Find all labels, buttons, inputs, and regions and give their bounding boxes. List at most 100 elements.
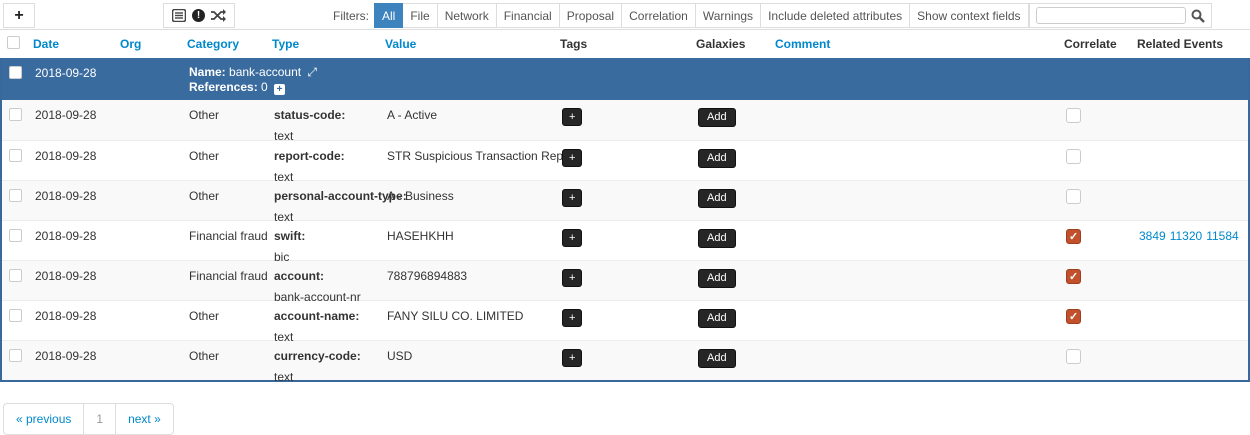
row-checkbox[interactable]	[2, 309, 30, 325]
correlate-checkbox[interactable]	[1066, 189, 1081, 204]
checkbox-icon	[7, 36, 20, 49]
filter-tab-correlation[interactable]: Correlation	[622, 3, 696, 28]
attributes-toolbar: + ! Filters: AllFileNetworkFinancialProp…	[0, 0, 1250, 30]
correlate-cell	[1054, 189, 1134, 207]
correlate-checkbox[interactable]	[1066, 269, 1081, 284]
add-galaxy-button[interactable]: Add	[698, 229, 736, 248]
correlate-checkbox[interactable]	[1066, 349, 1081, 364]
checkbox-icon	[9, 149, 22, 162]
column-header-org[interactable]: Org	[115, 37, 182, 51]
column-header-correlate: Correlate	[1052, 37, 1132, 51]
add-tag-button[interactable]: +	[562, 349, 582, 367]
attribute-category: Other	[184, 349, 269, 363]
attribute-value: A - Business	[382, 189, 557, 203]
attribute-date: 2018-09-28	[30, 229, 117, 243]
add-tag-button[interactable]: +	[562, 269, 582, 287]
add-galaxy-button[interactable]: Add	[698, 309, 736, 328]
related-events: 3849 11320 11584	[1134, 229, 1250, 243]
add-tag-button[interactable]: +	[562, 309, 582, 327]
correlate-checkbox[interactable]	[1066, 108, 1081, 123]
related-event-link[interactable]: 3849	[1139, 229, 1166, 243]
attribute-type: personal-account-type: text	[269, 189, 382, 224]
filter-tab-financial[interactable]: Financial	[497, 3, 560, 28]
related-event-link[interactable]: 11320	[1170, 229, 1202, 243]
correlate-checkbox[interactable]	[1066, 309, 1081, 324]
row-checkbox[interactable]	[2, 108, 30, 124]
filter-tab-show-context-fields[interactable]: Show context fields	[910, 3, 1028, 28]
row-checkbox[interactable]	[2, 65, 30, 82]
attribute-type: status-code: text	[269, 108, 382, 143]
attribute-date: 2018-09-28	[30, 269, 117, 283]
row-checkbox[interactable]	[2, 189, 30, 205]
attribute-type: account: bank-account-nr	[269, 269, 382, 304]
tags-cell: +	[557, 309, 693, 327]
object-date: 2018-09-28	[30, 65, 117, 80]
row-checkbox[interactable]	[2, 269, 30, 285]
filter-tab-network[interactable]: Network	[438, 3, 497, 28]
attribute-type-sub: bic	[274, 250, 382, 264]
row-checkbox[interactable]	[2, 229, 30, 245]
expand-icon[interactable]: ⤢	[307, 65, 317, 79]
add-galaxy-button[interactable]: Add	[698, 149, 736, 168]
attribute-type-name: account:	[274, 269, 382, 283]
search-icon[interactable]	[1191, 9, 1205, 23]
add-tag-button[interactable]: +	[562, 149, 582, 167]
add-galaxy-button[interactable]: Add	[698, 189, 736, 208]
column-header-type[interactable]: Type	[267, 37, 380, 51]
filter-tab-warnings[interactable]: Warnings	[696, 3, 761, 28]
attribute-value: 788796894883	[382, 269, 557, 283]
checkbox-icon	[9, 269, 22, 282]
attribute-type-name: personal-account-type:	[274, 189, 382, 203]
attribute-type-sub: text	[274, 210, 382, 224]
attribute-type-name: currency-code:	[274, 349, 382, 363]
correlate-cell	[1054, 349, 1134, 367]
correlate-checkbox[interactable]	[1066, 149, 1081, 164]
checkbox-icon	[9, 349, 22, 362]
add-tag-button[interactable]: +	[562, 189, 582, 207]
row-checkbox[interactable]	[2, 149, 30, 165]
select-all-checkbox[interactable]	[0, 36, 28, 52]
tags-cell: +	[557, 229, 693, 247]
add-galaxy-button[interactable]: Add	[698, 269, 736, 288]
add-galaxy-button[interactable]: Add	[698, 108, 736, 127]
add-reference-icon[interactable]: +	[274, 84, 285, 95]
column-header-date[interactable]: Date	[28, 37, 115, 51]
galaxies-cell: Add	[693, 349, 772, 368]
related-event-link[interactable]: 11584	[1206, 229, 1238, 243]
add-tag-button[interactable]: +	[562, 229, 582, 247]
pagination-link[interactable]: « previous	[4, 404, 83, 434]
attribute-row: 2018-09-28 Financial fraud swift: bic HA…	[2, 220, 1248, 260]
attribute-type: swift: bic	[269, 229, 382, 264]
attribute-type-name: report-code:	[274, 149, 382, 163]
attribute-type-sub: text	[274, 370, 382, 384]
correlate-cell	[1054, 229, 1134, 247]
galaxies-cell: Add	[693, 309, 772, 328]
filter-tab-proposal[interactable]: Proposal	[560, 3, 622, 28]
column-header-comment[interactable]: Comment	[770, 37, 1052, 51]
search-input[interactable]	[1036, 7, 1186, 24]
add-tag-button[interactable]: +	[562, 108, 582, 126]
filter-tab-all[interactable]: All	[374, 3, 403, 28]
attribute-type: currency-code: text	[269, 349, 382, 384]
filter-tab-file[interactable]: File	[403, 3, 437, 28]
correlate-checkbox[interactable]	[1066, 229, 1081, 244]
add-attribute-button[interactable]: +	[3, 3, 35, 28]
add-galaxy-button[interactable]: Add	[698, 349, 736, 368]
column-header-category[interactable]: Category	[182, 37, 267, 51]
checkbox-icon	[9, 66, 22, 79]
attribute-date: 2018-09-28	[30, 349, 117, 363]
pagination-link[interactable]: next »	[115, 404, 173, 434]
exclamation-circle-icon[interactable]: !	[192, 9, 205, 22]
table-header-row: DateOrgCategoryTypeValueTagsGalaxiesComm…	[0, 30, 1250, 58]
attribute-category: Other	[184, 149, 269, 163]
tags-cell: +	[557, 269, 693, 287]
list-alt-icon[interactable]	[172, 9, 186, 22]
row-checkbox[interactable]	[2, 349, 30, 365]
plus-icon: +	[14, 7, 23, 25]
galaxies-cell: Add	[693, 189, 772, 208]
shuffle-icon[interactable]	[211, 9, 226, 22]
pagination-current-page[interactable]: 1	[83, 404, 115, 434]
column-header-value[interactable]: Value	[380, 37, 555, 51]
object-references-count: 0	[261, 80, 268, 94]
filter-tab-include-deleted-attributes[interactable]: Include deleted attributes	[761, 3, 910, 28]
